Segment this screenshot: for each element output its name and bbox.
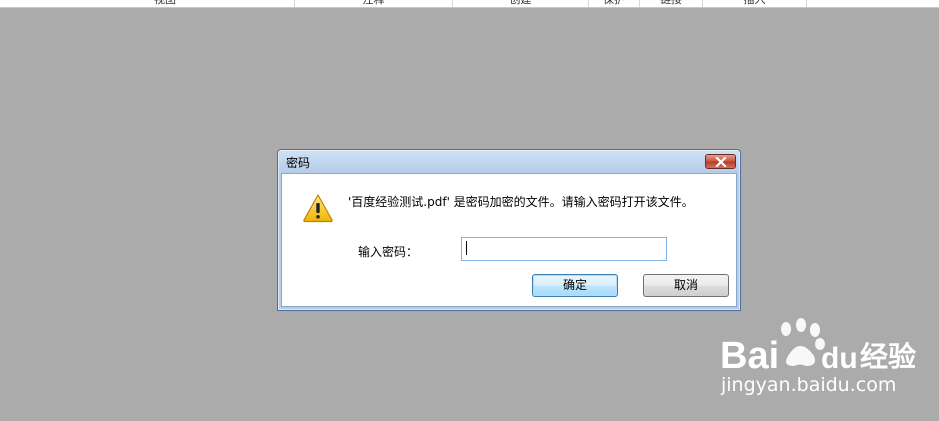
text-caret — [466, 241, 467, 255]
close-icon — [714, 156, 727, 167]
ribbon-group-label: 链接 — [660, 0, 682, 6]
dialog-body: '百度经验测试.pdf' 是密码加密的文件。请输入密码打开该文件。 输入密码： … — [281, 173, 737, 307]
ribbon-group-protect[interactable]: 保护 — [589, 0, 640, 7]
ribbon-group-view[interactable]: 视图 — [36, 0, 295, 7]
cancel-button[interactable]: 取消 — [643, 274, 729, 297]
dialog-titlebar[interactable]: 密码 — [278, 150, 740, 173]
logo-bai: Bai — [720, 335, 779, 376]
ribbon-group-link[interactable]: 链接 — [640, 0, 703, 7]
dialog-title: 密码 — [286, 156, 311, 170]
ribbon-strip: 视图 注释 创建 保护 链接 插入 — [0, 0, 939, 8]
ribbon-group-label: 创建 — [510, 0, 532, 6]
baidu-paw-logo: Bai du 经验 — [720, 318, 916, 376]
watermark-url: jingyan.baidu.com — [721, 374, 897, 396]
ribbon-group-label: 保护 — [603, 0, 625, 6]
ribbon-group-label: 注释 — [363, 0, 385, 6]
ribbon-group-create[interactable]: 创建 — [453, 0, 589, 7]
password-label: 输入密码： — [358, 245, 419, 259]
warning-icon — [303, 194, 333, 223]
dialog-message: '百度经验测试.pdf' 是密码加密的文件。请输入密码打开该文件。 — [348, 195, 694, 209]
ribbon-group-label: 视图 — [154, 0, 176, 6]
logo-jingyan: 经验 — [860, 340, 916, 373]
logo-du: du — [821, 342, 858, 375]
ribbon-group-label: 插入 — [744, 0, 766, 6]
ribbon-group-insert[interactable]: 插入 — [703, 0, 807, 7]
password-input[interactable] — [461, 237, 667, 261]
password-dialog: 密码 '百度经验测试.pdf' 是密码加密的文件。请输入密码打开该文件。 输入密… — [277, 149, 741, 311]
close-button[interactable] — [705, 154, 736, 169]
ribbon-group-annotate[interactable]: 注释 — [295, 0, 453, 7]
ok-button[interactable]: 确定 — [532, 274, 618, 297]
